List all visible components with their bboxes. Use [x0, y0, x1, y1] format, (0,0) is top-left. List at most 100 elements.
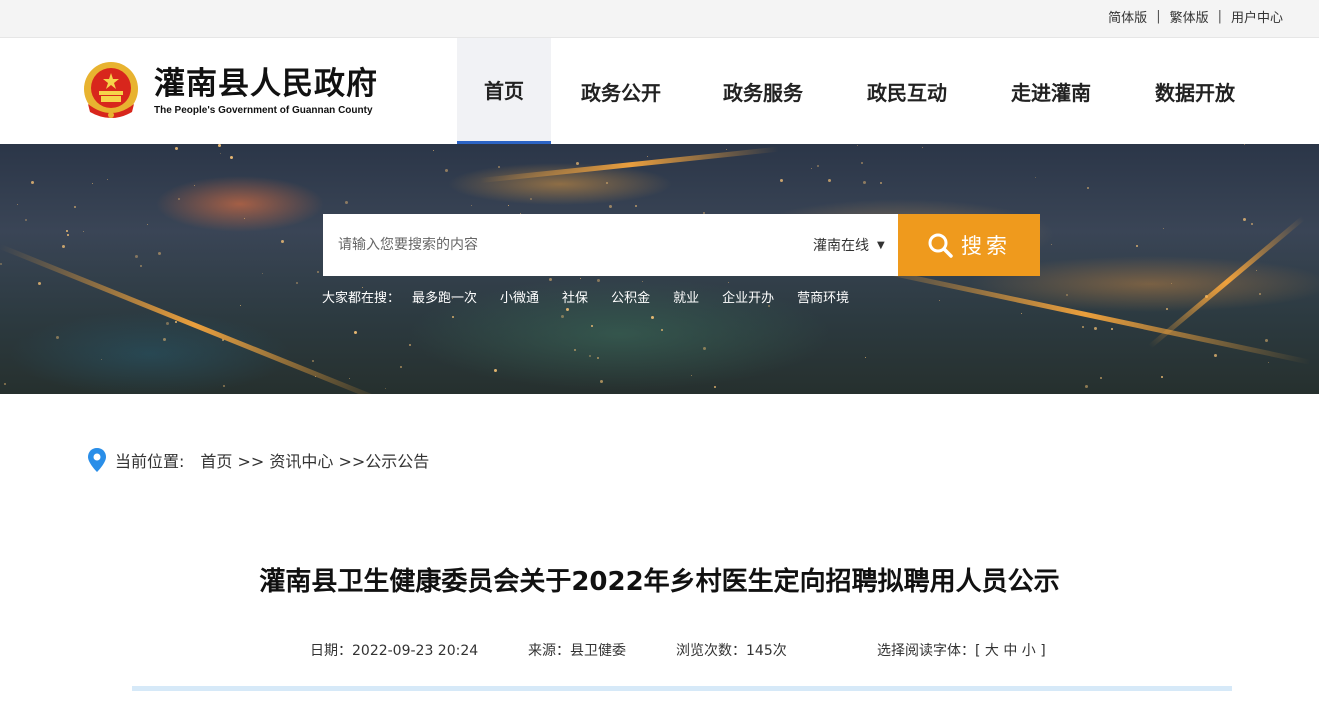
banner-city-light — [780, 179, 783, 182]
banner-city-light — [728, 282, 729, 283]
banner-city-light — [92, 183, 93, 184]
banner-city-light — [1243, 218, 1246, 221]
banner-light-trail — [479, 146, 779, 183]
location-pin-icon — [88, 448, 106, 472]
banner-city-light — [714, 386, 716, 388]
nav-interaction[interactable]: 政民互动 — [835, 38, 979, 144]
banner-city-light — [642, 281, 643, 282]
hot-search-item[interactable]: 就业 — [673, 287, 699, 306]
banner-city-light — [194, 185, 195, 186]
search-bar: 灌南在线 ▼ 搜索 — [323, 214, 1040, 276]
font-size-selector[interactable]: 选择阅读字体：[ 大 中 小 ] — [877, 640, 1046, 660]
separator: | — [1217, 9, 1222, 24]
site-logo[interactable]: 灌南县人民政府 The People's Government of Guann… — [82, 60, 378, 122]
chevron-down-icon: ▼ — [877, 239, 885, 251]
banner-city-light — [691, 375, 692, 376]
banner-city-light — [345, 201, 348, 204]
traditional-link[interactable]: 繁体版 — [1170, 7, 1209, 26]
simplified-link[interactable]: 简体版 — [1108, 7, 1147, 26]
separator: | — [1156, 9, 1161, 24]
banner-city-light — [354, 331, 357, 334]
banner-city-light — [107, 179, 108, 180]
nav-government-affairs[interactable]: 政务公开 — [551, 38, 691, 144]
banner-city-light — [218, 144, 221, 147]
top-links: 简体版 | 繁体版 | 用户中心 — [1108, 7, 1283, 26]
user-center-link[interactable]: 用户中心 — [1231, 7, 1283, 26]
banner-city-light — [25, 219, 27, 221]
banner-city-light — [580, 278, 581, 279]
banner-city-light — [223, 385, 225, 387]
nav-about-guannan[interactable]: 走进灌南 — [979, 38, 1123, 144]
breadcrumb-path[interactable]: 首页 >> 资讯中心 >>公示公告 — [200, 448, 429, 472]
banner-city-light — [863, 181, 866, 184]
banner-city-light — [1066, 294, 1068, 296]
banner-city-light — [651, 316, 654, 319]
hot-searches-label: 大家都在搜： — [322, 291, 401, 306]
banner-city-light — [817, 165, 819, 167]
banner-city-light — [647, 156, 648, 157]
banner-city-light — [230, 156, 233, 159]
top-utility-bar: 简体版 | 繁体版 | 用户中心 — [0, 0, 1319, 38]
banner-city-light — [135, 255, 138, 258]
banner-city-light — [597, 279, 600, 282]
banner-city-light — [508, 205, 509, 206]
banner-city-light — [66, 230, 68, 232]
banner-city-light — [561, 315, 564, 318]
banner-city-light — [1166, 308, 1168, 310]
nav-open-data[interactable]: 数据开放 — [1123, 38, 1267, 144]
banner-city-light — [1035, 177, 1036, 178]
breadcrumb-label: 当前位置: — [115, 452, 185, 471]
search-scope-select[interactable]: 灌南在线 ▼ — [801, 214, 898, 276]
hot-search-item[interactable]: 公积金 — [611, 287, 650, 306]
banner-city-light — [31, 181, 34, 184]
banner-city-light — [166, 322, 169, 325]
banner-city-light — [220, 153, 221, 154]
banner-city-light — [609, 205, 612, 208]
hot-search-item[interactable]: 营商环境 — [797, 287, 849, 306]
site-header: 灌南县人民政府 The People's Government of Guann… — [0, 38, 1319, 144]
banner-city-light — [140, 265, 142, 267]
breadcrumb: 当前位置: 首页 >> 资讯中心 >>公示公告 — [87, 447, 429, 473]
nav-government-services[interactable]: 政务服务 — [691, 38, 835, 144]
banner-city-light — [244, 218, 245, 219]
article-source: 来源：县卫健委 — [528, 643, 626, 659]
banner-city-light — [262, 273, 263, 274]
banner-city-light — [433, 150, 434, 151]
banner-city-light — [101, 359, 102, 360]
banner-city-light — [409, 344, 411, 346]
search-scope-value: 灌南在线 — [813, 238, 869, 254]
banner-city-light — [703, 347, 706, 350]
banner-city-light — [566, 308, 569, 311]
banner-city-light — [0, 263, 2, 265]
banner-city-light — [312, 360, 314, 362]
hot-search-item[interactable]: 小微通 — [500, 287, 539, 306]
banner-city-light — [163, 338, 166, 341]
banner-city-light — [317, 271, 319, 273]
national-emblem-icon — [84, 62, 138, 118]
banner-city-light — [4, 383, 6, 385]
search-input[interactable] — [323, 214, 801, 276]
banner-city-light — [494, 369, 497, 372]
banner-city-light — [1136, 245, 1138, 247]
banner-city-light — [1085, 385, 1088, 388]
search-button-label: 搜索 — [961, 234, 1011, 258]
hot-search-item[interactable]: 企业开办 — [722, 287, 774, 306]
banner-city-light — [1251, 223, 1253, 225]
site-title: 灌南县人民政府 — [154, 66, 378, 102]
hero-banner: 灌南在线 ▼ 搜索 大家都在搜： 最多跑一次 小微通 社保 公积金 就业 企业开… — [0, 144, 1319, 394]
banner-city-light — [589, 355, 591, 357]
banner-city-light — [1051, 244, 1052, 245]
hot-search-item[interactable]: 最多跑一次 — [412, 287, 477, 306]
main-nav: 首页 政务公开 政务服务 政民互动 走进灌南 数据开放 — [457, 38, 1267, 144]
nav-home[interactable]: 首页 — [457, 38, 551, 144]
banner-city-light — [74, 206, 76, 208]
banner-city-light — [400, 366, 402, 368]
banner-city-light — [349, 378, 350, 379]
search-button[interactable]: 搜索 — [898, 214, 1040, 276]
banner-city-light — [1094, 327, 1097, 330]
banner-city-light — [661, 329, 663, 331]
hot-search-item[interactable]: 社保 — [562, 287, 588, 306]
article-views: 浏览次数：145次 — [676, 643, 787, 659]
banner-city-light — [1021, 313, 1022, 314]
banner-city-light — [385, 388, 386, 389]
